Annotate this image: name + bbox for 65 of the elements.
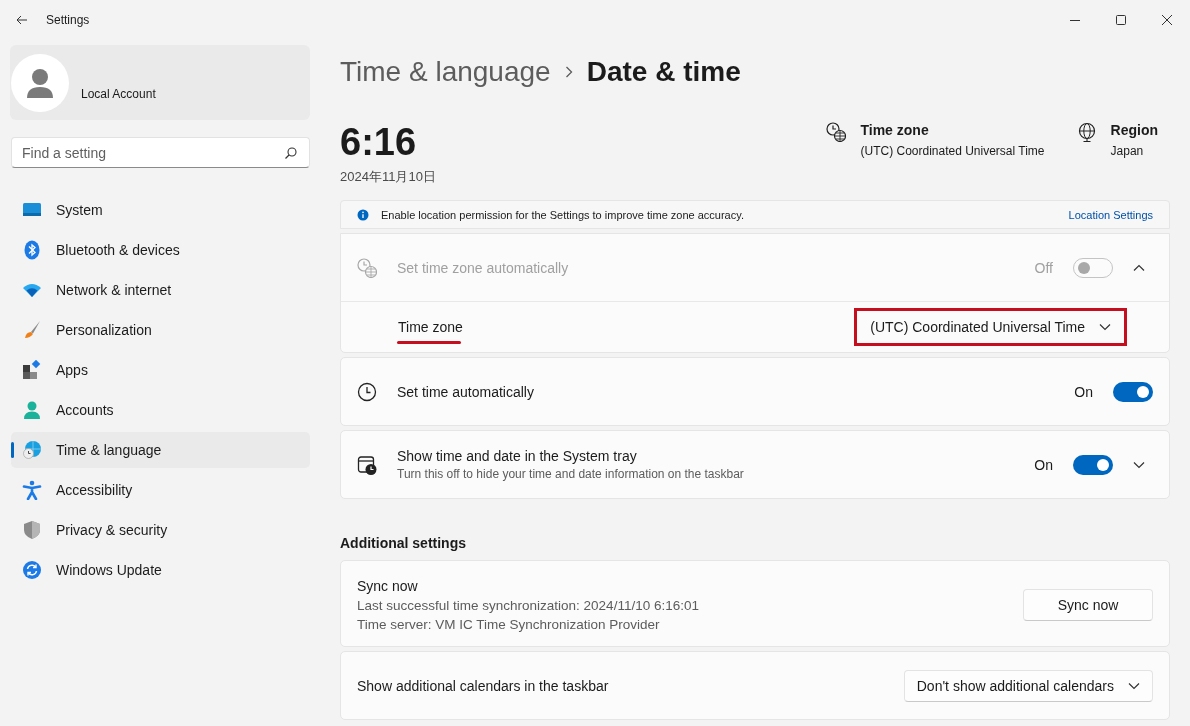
clock-globe-icon <box>826 122 847 142</box>
nav-item[interactable]: Windows Update <box>11 552 310 588</box>
sync-now-button[interactable]: Sync now <box>1023 588 1153 621</box>
setting-label: Time zone <box>398 319 464 335</box>
toggle-state-label: Off <box>1034 259 1053 276</box>
calendar-clock-icon <box>357 454 377 475</box>
section-heading: Additional settings <box>340 535 467 551</box>
nav-item[interactable]: System <box>11 192 310 228</box>
breadcrumb-link[interactable]: Time & language <box>340 56 551 88</box>
back-arrow-icon <box>16 15 28 25</box>
setting-description: Turn this off to hide your time and date information on the taskbar <box>397 467 745 481</box>
person-silhouette-icon <box>27 67 53 98</box>
clock-globe-icon <box>357 257 377 278</box>
nav-item[interactable]: Bluetooth & devices <box>11 232 310 268</box>
setting-detail: Time server: VM IC Time Synchronization Provider <box>357 616 661 632</box>
setting-title: Show additional calendars in the taskbar <box>357 677 610 694</box>
nav-item[interactable]: Accounts <box>11 392 310 428</box>
globe-icon <box>1076 122 1097 142</box>
current-time: 6:16 <box>340 120 418 164</box>
chevron-down-icon <box>1128 681 1140 690</box>
toggle-switch[interactable] <box>1073 454 1113 475</box>
window-title: Settings <box>46 13 90 27</box>
setting-title: Show time and date in the System tray <box>397 448 638 464</box>
chevron-down-icon <box>1099 323 1111 331</box>
bluetooth-icon <box>22 240 42 260</box>
close-icon <box>1162 15 1172 25</box>
setting-title: Set time automatically <box>397 383 535 400</box>
clock-icon <box>357 381 377 402</box>
nav-item[interactable]: Privacy & security <box>11 512 310 548</box>
notice-text: Enable location permission for the Settings to improve time zone accuracy. <box>381 208 745 221</box>
search-field[interactable]: Find a setting <box>11 137 310 168</box>
summary-value: Japan <box>1110 144 1145 158</box>
paintbrush-icon <box>22 320 42 340</box>
shield-icon <box>22 520 42 540</box>
chevron-down-icon <box>1133 460 1145 469</box>
nav-item[interactable]: Network & internet <box>11 272 310 308</box>
current-date: 2024年11月10日 <box>340 168 437 186</box>
location-settings-link[interactable]: Location Settings <box>1068 208 1153 221</box>
refresh-icon <box>22 560 42 580</box>
globe-clock-icon <box>22 440 42 460</box>
page-title: Date & time <box>586 56 741 88</box>
calendar-dropdown[interactable]: Don't show additional calendars <box>903 669 1153 702</box>
summary-title: Region <box>1110 122 1158 138</box>
chevron-right-icon <box>564 66 573 78</box>
nav-item[interactable]: Accessibility <box>11 472 310 508</box>
chevron-up-icon <box>1133 263 1145 272</box>
toggle-state-label: On <box>1074 383 1093 400</box>
person-icon <box>22 400 42 420</box>
toggle-switch[interactable] <box>1113 381 1153 402</box>
account-name: Local Account <box>81 86 156 101</box>
toggle-state-label: On <box>1034 456 1053 473</box>
maximize-icon <box>1116 15 1126 25</box>
setting-title: Sync now <box>357 577 419 594</box>
summary-title: Time zone <box>860 122 930 138</box>
info-icon <box>357 208 369 221</box>
summary-value: (UTC) Coordinated Universal Time <box>860 144 1045 158</box>
accessibility-person-icon <box>22 480 42 500</box>
nav-item[interactable]: Apps <box>11 352 310 388</box>
search-icon <box>285 147 297 159</box>
setting-detail: Last successful time synchronization: 2024/11/10 6:16:01 <box>357 597 700 613</box>
nav-item[interactable]: Personalization <box>11 312 310 348</box>
nav-item[interactable]: Time & language <box>11 432 310 468</box>
setting-title: Set time zone automatically <box>397 259 570 276</box>
apps-icon <box>22 360 42 380</box>
account-card[interactable]: Local Account <box>10 45 310 120</box>
